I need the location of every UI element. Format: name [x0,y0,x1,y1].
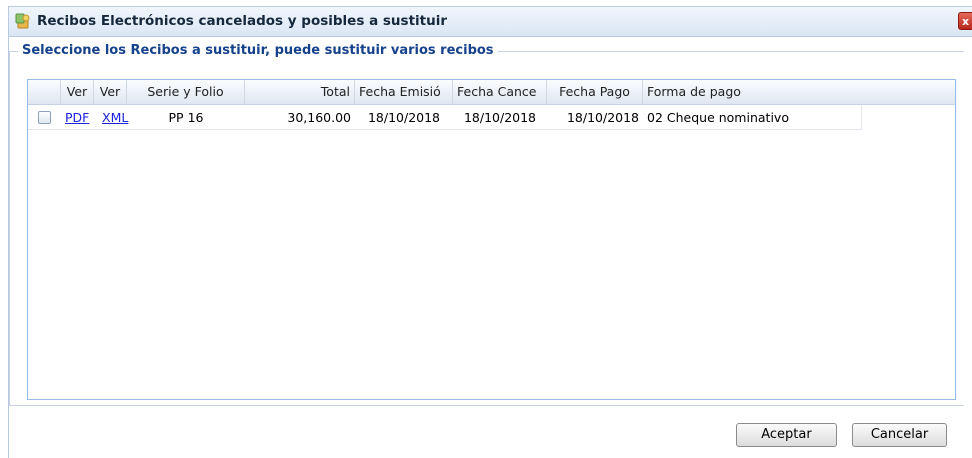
cell-serie-folio: PP 16 [168,110,204,125]
header-fecha-emision[interactable]: Fecha Emisió [355,80,453,104]
close-button[interactable]: x [958,12,972,30]
header-ver-pdf[interactable]: Ver [61,80,94,104]
accept-button[interactable]: Aceptar [736,423,837,447]
cell-forma-pago: 02 Cheque nominativo [647,110,789,125]
dialog-titlebar[interactable]: Recibos Electrónicos cancelados y posibl… [9,7,972,37]
table-row[interactable]: PDF XML PP 16 30,160.00 18/10/2018 18/10… [28,106,862,130]
cell-total: 30,160.00 [287,110,351,125]
pdf-link[interactable]: PDF [65,110,89,125]
cancel-button[interactable]: Cancelar [852,423,947,447]
xml-link[interactable]: XML [102,110,128,125]
header-serie-folio[interactable]: Serie y Folio [127,80,245,104]
close-icon: x [961,15,970,28]
header-fecha-pago[interactable]: Fecha Pago [547,80,643,104]
header-ver-xml[interactable]: Ver [94,80,127,104]
cell-fecha-emision: 18/10/2018 [367,110,441,125]
header-fecha-cancelacion[interactable]: Fecha Cance [453,80,547,104]
cell-fecha-pago: 18/10/2018 [566,110,639,125]
header-forma-pago[interactable]: Forma de pago [643,80,862,104]
receipts-grid: Ver Ver Serie y Folio Total Fecha Emisió… [27,79,956,400]
receipt-icon [15,13,31,29]
header-select[interactable] [28,80,61,104]
header-total[interactable]: Total [245,80,355,104]
fieldset-legend: Seleccione los Recibos a sustituir, pued… [18,43,498,58]
dialog-title: Recibos Electrónicos cancelados y posibl… [37,13,447,29]
cell-fecha-cancelacion: 18/10/2018 [463,110,537,125]
row-checkbox[interactable] [38,111,51,124]
grid-header: Ver Ver Serie y Folio Total Fecha Emisió… [28,80,955,105]
